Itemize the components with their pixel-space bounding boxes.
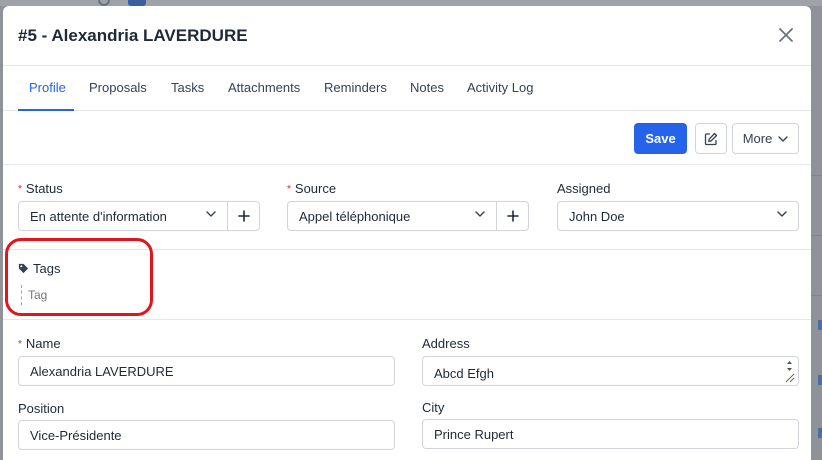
source-label: * Source xyxy=(287,181,336,196)
required-marker: * xyxy=(287,184,291,195)
modal-header: #5 - Alexandria LAVERDURE xyxy=(3,6,811,66)
position-label: Position xyxy=(18,401,65,416)
save-button[interactable]: Save xyxy=(634,123,687,154)
tab-proposals[interactable]: Proposals xyxy=(89,80,147,95)
close-button[interactable] xyxy=(775,24,797,46)
status-label-text: Status xyxy=(25,181,63,196)
assigned-label: Assigned xyxy=(557,181,611,196)
tab-bar: Profile Proposals Tasks Attachments Remi… xyxy=(3,66,811,111)
background-link xyxy=(818,428,822,438)
address-value: Abcd Efgh xyxy=(434,366,494,381)
chevron-down-icon xyxy=(777,211,787,217)
tags-label-text: Tags xyxy=(33,261,61,276)
status-value: En attente d'information xyxy=(30,208,167,224)
tags-section: Tags xyxy=(3,250,811,320)
position-field[interactable]: Vice-Présidente xyxy=(18,420,395,450)
tab-profile[interactable]: Profile xyxy=(29,80,66,95)
required-marker: * xyxy=(18,184,22,195)
tag-icon xyxy=(18,263,29,274)
action-toolbar: Save More xyxy=(3,111,811,165)
lead-modal: #5 - Alexandria LAVERDURE Profile Propos… xyxy=(3,6,811,460)
chevron-down-icon xyxy=(778,135,789,142)
assigned-value: John Doe xyxy=(569,208,625,224)
edit-button[interactable] xyxy=(695,123,727,154)
tab-reminders[interactable]: Reminders xyxy=(324,80,387,95)
chevron-down-icon xyxy=(475,211,485,217)
tag-input[interactable] xyxy=(21,285,141,305)
tab-activity-log[interactable]: Activity Log xyxy=(467,80,533,95)
chevron-down-icon xyxy=(206,211,216,217)
more-label: More xyxy=(742,131,773,146)
status-label: * Status xyxy=(18,181,63,196)
source-select[interactable]: Appel téléphonique xyxy=(287,201,497,231)
more-dropdown-button[interactable]: More xyxy=(732,123,799,154)
name-field[interactable]: Alexandria LAVERDURE xyxy=(18,356,395,386)
name-value: Alexandria LAVERDURE xyxy=(30,363,174,379)
source-value: Appel téléphonique xyxy=(299,208,411,224)
status-select[interactable]: En attente d'information xyxy=(18,201,228,231)
modal-title: #5 - Alexandria LAVERDURE xyxy=(18,26,248,45)
tab-notes[interactable]: Notes xyxy=(410,80,444,95)
contact-section: * Name Alexandria LAVERDURE Address Abcd … xyxy=(3,320,811,460)
source-label-text: Source xyxy=(294,181,337,196)
edit-icon xyxy=(704,132,718,145)
tab-attachments[interactable]: Attachments xyxy=(228,80,300,95)
add-source-button[interactable] xyxy=(496,201,529,231)
background-link xyxy=(818,375,822,385)
assigned-select[interactable]: John Doe xyxy=(557,201,799,231)
resize-handle-icon[interactable] xyxy=(784,359,795,383)
required-marker: * xyxy=(18,339,22,350)
background-link xyxy=(818,320,822,330)
name-label-text: Name xyxy=(25,336,61,351)
plus-icon xyxy=(506,210,519,222)
city-value: Prince Rupert xyxy=(434,426,514,442)
tab-tasks[interactable]: Tasks xyxy=(171,80,204,95)
add-status-button[interactable] xyxy=(227,201,260,231)
position-value: Vice-Présidente xyxy=(30,427,122,443)
close-icon xyxy=(779,28,793,42)
address-field[interactable]: Abcd Efgh xyxy=(422,356,799,386)
address-label: Address xyxy=(422,336,470,351)
status-section: * Status En attente d'information * Source… xyxy=(3,165,811,250)
plus-icon xyxy=(237,210,250,222)
city-label: City xyxy=(422,400,445,415)
city-field[interactable]: Prince Rupert xyxy=(422,419,799,449)
name-label: * Name xyxy=(18,336,61,351)
tags-label: Tags xyxy=(18,261,60,276)
